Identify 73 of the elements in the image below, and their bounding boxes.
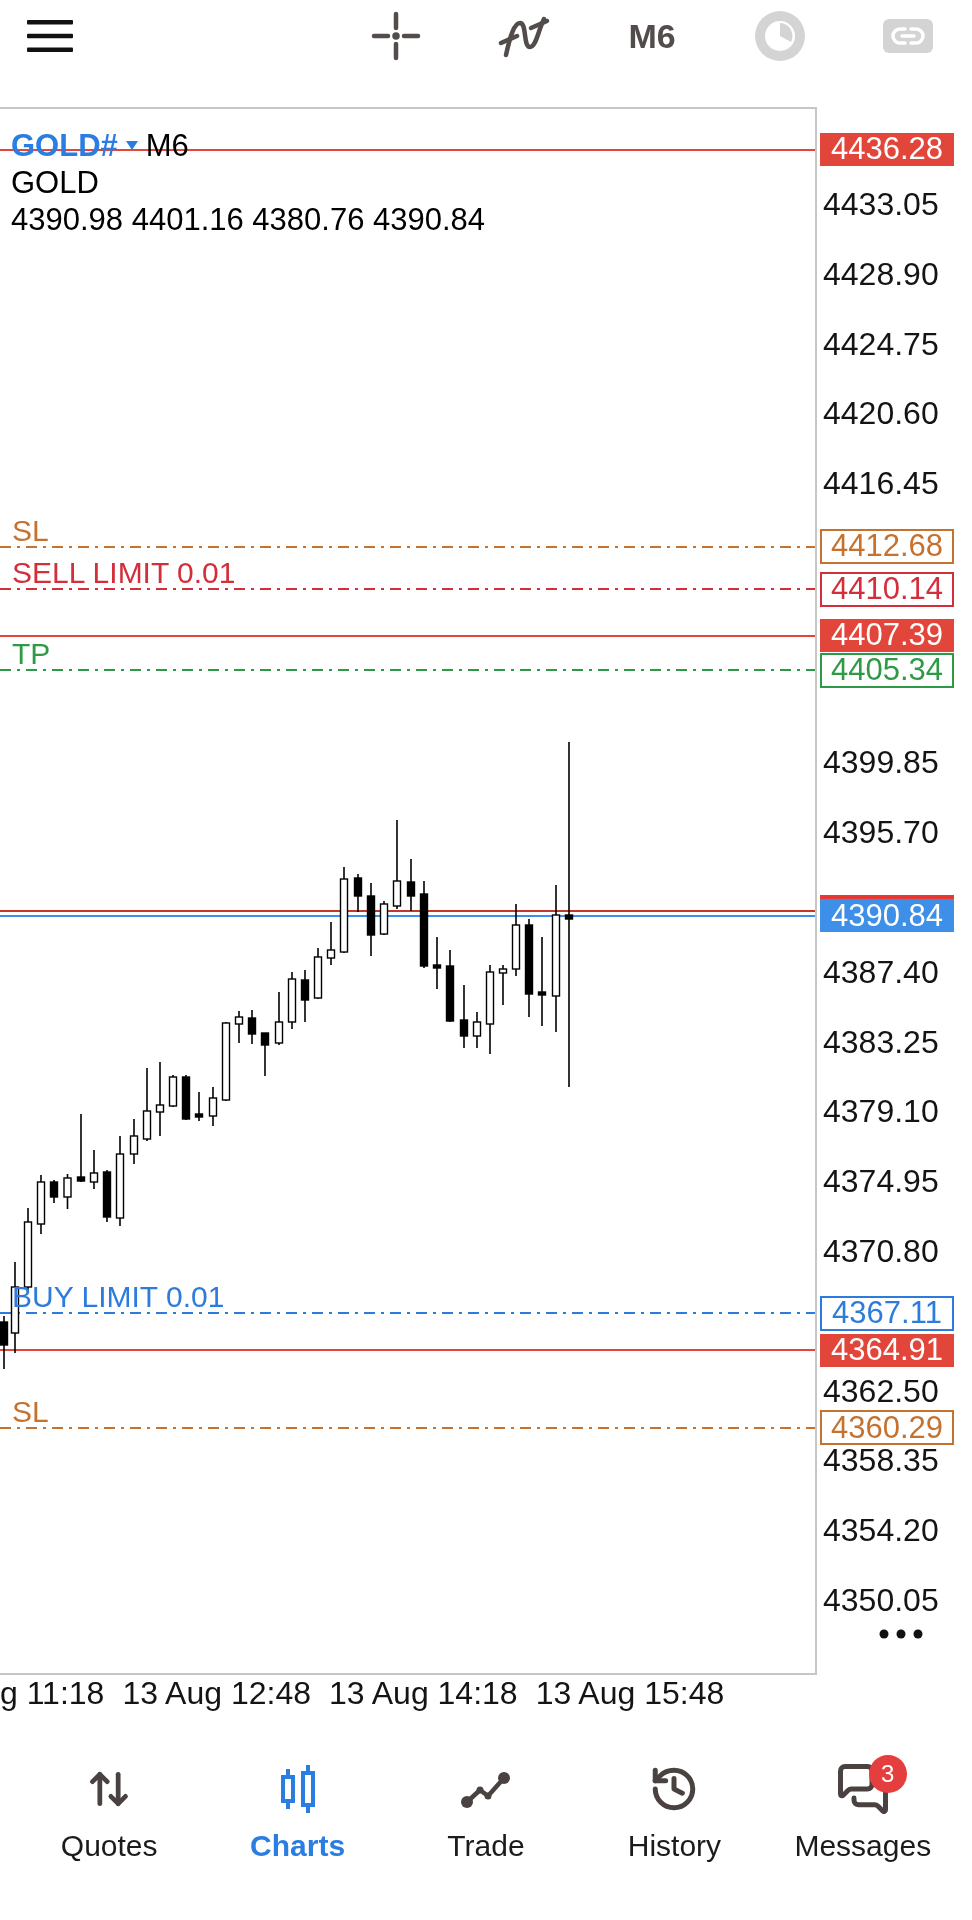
unread-count-badge: 3: [868, 1755, 907, 1793]
nav-tab[interactable]: Charts: [203, 1753, 392, 1863]
price-axis-label: 4383.25: [823, 1025, 939, 1058]
candlestick: [102, 1169, 112, 1223]
price-tag: 4405.34: [820, 652, 954, 688]
candlestick: [168, 1074, 178, 1108]
price-tag: 4410.14: [820, 571, 954, 607]
price-tag: 4367.11: [820, 1295, 954, 1331]
caret-icon[interactable]: [125, 141, 138, 150]
candlestick: [49, 1179, 59, 1204]
nav-tab[interactable]: 3 Messages: [768, 1753, 957, 1863]
candlestick: [432, 936, 442, 990]
candlestick: [498, 964, 508, 1006]
ohlc-values: 4390.98 4401.16 4380.76 4390.84: [11, 201, 486, 238]
candlestick: [353, 873, 363, 913]
price-tag: 4412.68: [820, 529, 954, 565]
price-axis-label: 4387.40: [823, 955, 939, 988]
candlestick: [63, 1173, 72, 1210]
candlestick: [89, 1149, 99, 1190]
candlestick: [194, 1091, 204, 1122]
order-label: SL: [12, 516, 49, 545]
price-tag: 4436.28: [820, 133, 954, 167]
price-axis-label: 4358.35: [823, 1444, 939, 1477]
candlestick: [260, 1032, 270, 1077]
price-axis-label: 4374.95: [823, 1165, 939, 1198]
menu-icon[interactable]: [27, 20, 73, 52]
candlestick: [208, 1086, 218, 1127]
price-axis-label: 4362.50: [823, 1374, 939, 1407]
price-axis-label: 4399.85: [823, 746, 939, 779]
candlestick: [274, 991, 284, 1046]
time-axis-label: 13 Aug 14:18: [329, 1675, 518, 1713]
time-axis-label: 13 Aug 15:48: [535, 1675, 725, 1713]
price-axis-label: 4370.80: [823, 1234, 939, 1267]
candlestick: [313, 947, 323, 1000]
price-axis-label: 4424.75: [823, 327, 939, 360]
price-tag: 4407.39: [820, 619, 954, 653]
price-tag: 4364.91: [820, 1333, 954, 1367]
line-graph-icon: [460, 1769, 512, 1809]
price-axis-label: 4354.20: [823, 1514, 939, 1547]
candlestick: [379, 900, 389, 936]
price-axis-label: 4416.45: [823, 467, 939, 500]
order-label: TP: [12, 640, 51, 669]
candlestick: [406, 858, 416, 912]
price-axis-label: 4420.60: [823, 397, 939, 430]
price-tag: 4390.84: [820, 895, 954, 933]
candlestick: [247, 1009, 257, 1045]
time-axis-label: g 11:18: [0, 1675, 105, 1713]
order-label: SELL LIMIT 0.01: [12, 559, 236, 588]
candlestick: [459, 984, 469, 1049]
order-label: SL: [12, 1397, 49, 1426]
time-axis-label: 13 Aug 12:48: [122, 1675, 311, 1713]
candlestick: [36, 1174, 46, 1235]
candlestick: [76, 1113, 86, 1183]
candlestick: [181, 1074, 191, 1121]
symbol-description: GOLD: [11, 164, 100, 201]
timeframe-button[interactable]: M6: [628, 16, 676, 56]
candlestick: [234, 1010, 244, 1044]
price-axis-label: 4379.10: [823, 1095, 939, 1128]
more-icon[interactable]: [879, 1629, 923, 1639]
candlestick: [287, 971, 297, 1030]
price-tag: 4360.29: [820, 1410, 954, 1446]
nav-tab[interactable]: Quotes: [15, 1753, 204, 1863]
price-axis-label: 4395.70: [823, 816, 939, 849]
price-axis-label: 4350.05: [823, 1583, 939, 1616]
candlestick: [326, 921, 336, 966]
crosshair-icon[interactable]: [371, 11, 421, 61]
nav-tab[interactable]: Trade: [391, 1753, 581, 1863]
price-axis-label: 4433.05: [823, 188, 939, 220]
candlestick: [300, 969, 310, 1023]
candlestick: [129, 1118, 139, 1165]
candlestick: [472, 1011, 482, 1049]
nav-tab[interactable]: History: [580, 1753, 769, 1863]
price-axis-label: 4428.90: [823, 257, 939, 290]
